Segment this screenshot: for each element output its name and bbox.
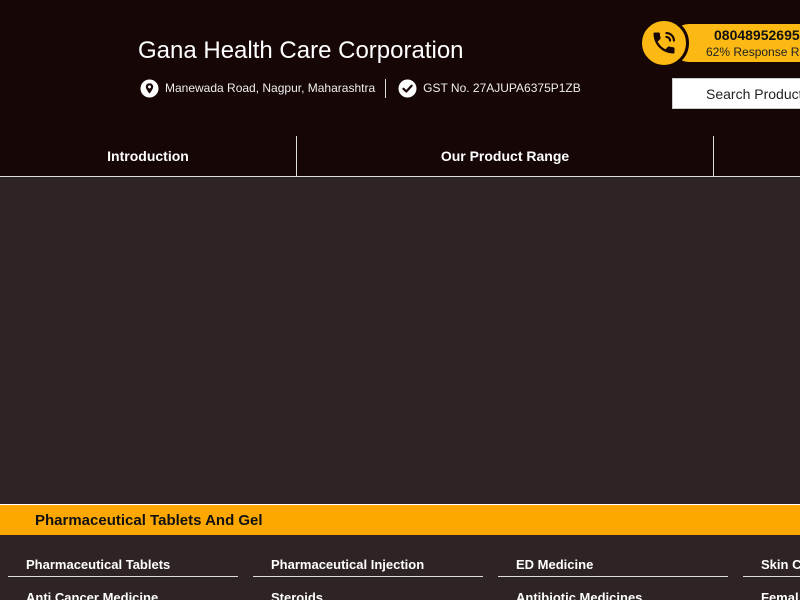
site-header: Gana Health Care Corporation Manewada Ro… <box>0 0 800 177</box>
response-rate: 62% Response Ra <box>706 45 800 59</box>
nav-divider <box>713 136 714 176</box>
search-placeholder: Search Product <box>706 86 800 102</box>
gst-text: GST No. 27AJUPA6375P1ZB <box>423 81 581 95</box>
product-link-pharmaceutical-injection[interactable]: Pharmaceutical Injection <box>253 543 483 577</box>
address-info: Manewada Road, Nagpur, Maharashtra <box>140 79 375 98</box>
category-bar[interactable]: Pharmaceutical Tablets And Gel <box>0 504 800 535</box>
phone-call-icon[interactable] <box>639 18 689 68</box>
main-nav: Introduction Our Product Range <box>0 136 800 177</box>
category-title[interactable]: Pharmaceutical Tablets And Gel <box>35 512 263 529</box>
phone-number[interactable]: 08048952695 <box>714 27 800 43</box>
address-text: Manewada Road, Nagpur, Maharashtra <box>165 81 376 95</box>
product-link-antibiotic-medicines[interactable]: Antibiotic Medicines <box>498 576 728 600</box>
nav-product-range[interactable]: Our Product Range <box>297 136 713 176</box>
product-link-pharmaceutical-tablets[interactable]: Pharmaceutical Tablets <box>8 543 238 577</box>
search-input[interactable]: Search Product <box>672 78 800 109</box>
company-meta: Manewada Road, Nagpur, Maharashtra GST N… <box>140 78 581 98</box>
product-link-anti-cancer-medicine[interactable]: Anti Cancer Medicine <box>8 576 238 600</box>
product-link-skin-care[interactable]: Skin C <box>743 543 800 577</box>
check-circle-icon <box>398 79 417 98</box>
map-pin-icon <box>140 79 159 98</box>
product-link-ed-medicine[interactable]: ED Medicine <box>498 543 728 577</box>
meta-divider <box>385 78 387 98</box>
nav-introduction[interactable]: Introduction <box>0 136 296 176</box>
company-name[interactable]: Gana Health Care Corporation <box>138 37 464 65</box>
hero-banner <box>0 177 800 503</box>
gst-info: GST No. 27AJUPA6375P1ZB <box>398 79 581 98</box>
product-link-female-care[interactable]: Femal <box>743 576 800 600</box>
product-link-steroids[interactable]: Steroids <box>253 576 483 600</box>
